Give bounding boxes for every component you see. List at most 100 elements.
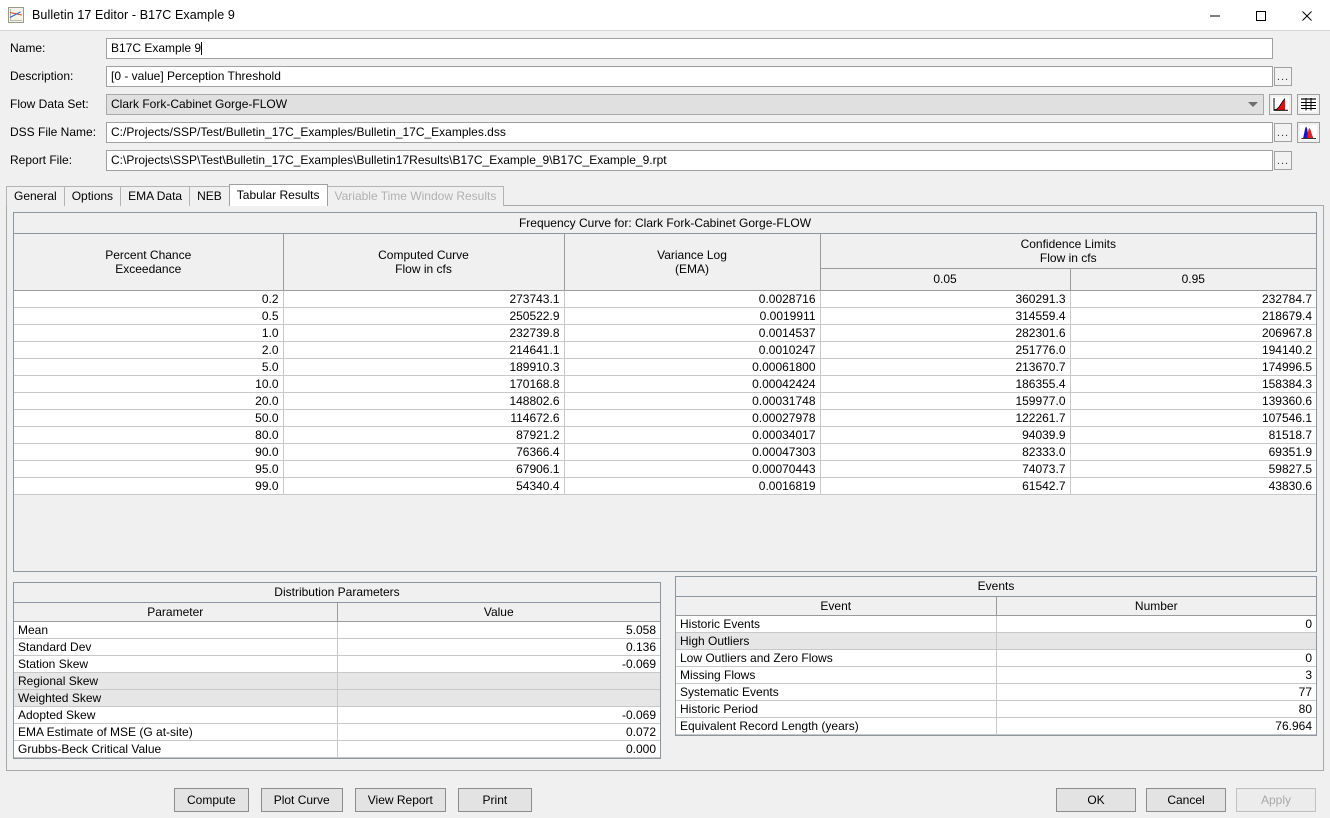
- table-row[interactable]: Low Outliers and Zero Flows 0: [676, 649, 1316, 667]
- table-row[interactable]: 0.5 250522.9 0.0019911 314559.4 218679.4: [14, 307, 1316, 325]
- print-button[interactable]: Print: [457, 788, 532, 812]
- table-row[interactable]: Adopted Skew -0.069: [14, 706, 660, 724]
- window-titlebar: Bulletin 17 Editor - B17C Example 9: [0, 0, 1330, 31]
- cell-pct: 50.0: [14, 409, 284, 427]
- cell-number: 0: [996, 649, 1316, 667]
- cell-computed: 76366.4: [283, 443, 565, 461]
- cell-variance: 0.00034017: [564, 426, 821, 444]
- minimize-icon[interactable]: [1192, 0, 1238, 31]
- table-row[interactable]: Standard Dev 0.136: [14, 638, 660, 656]
- table-row[interactable]: 10.0 170168.8 0.00042424 186355.4 158384.3: [14, 375, 1316, 393]
- dialog-button-bar: Compute Plot Curve View Report Print OK …: [0, 782, 1330, 818]
- table-row[interactable]: Grubbs-Beck Critical Value 0.000: [14, 740, 660, 758]
- view-report-button[interactable]: View Report: [354, 788, 446, 812]
- table-row[interactable]: Systematic Events 77: [676, 683, 1316, 701]
- th-event[interactable]: Event: [676, 597, 997, 616]
- tab-ema-data[interactable]: EMA Data: [120, 186, 191, 206]
- tab-tabular-results[interactable]: Tabular Results: [228, 184, 328, 206]
- flow-data-set-select[interactable]: Clark Fork-Cabinet Gorge-FLOW: [106, 93, 1264, 115]
- table-row[interactable]: Missing Flows 3: [676, 666, 1316, 684]
- th-confidence-limits[interactable]: Confidence Limits Flow in cfs: [820, 234, 1316, 269]
- th-variance-log[interactable]: Variance Log (EMA): [564, 234, 821, 291]
- table-row[interactable]: Weighted Skew: [14, 689, 660, 707]
- close-icon[interactable]: [1284, 0, 1330, 31]
- table-row[interactable]: 90.0 76366.4 0.00047303 82333.0 69351.9: [14, 443, 1316, 461]
- plot-curve-button[interactable]: Plot Curve: [260, 788, 343, 812]
- cell-cl05: 94039.9: [820, 426, 1071, 444]
- tab-general[interactable]: General: [6, 186, 65, 206]
- cell-pct: 20.0: [14, 392, 284, 410]
- cell-variance: 0.00027978: [564, 409, 821, 427]
- tab-options[interactable]: Options: [63, 186, 122, 206]
- maximize-icon[interactable]: [1238, 0, 1284, 31]
- cell-parameter: Mean: [14, 621, 338, 639]
- cell-pct: 5.0: [14, 358, 284, 376]
- histogram-icon[interactable]: [1297, 121, 1320, 143]
- tab-neb[interactable]: NEB: [189, 186, 230, 206]
- events-title: Events: [676, 577, 1316, 597]
- cell-event: Equivalent Record Length (years): [676, 717, 997, 735]
- cell-cl95: 232784.7: [1070, 290, 1316, 308]
- th-confidence-095[interactable]: 0.95: [1070, 268, 1316, 291]
- th-percent-chance-line2: Exceedance: [115, 261, 182, 276]
- table-row[interactable]: Station Skew -0.069: [14, 655, 660, 673]
- table-row[interactable]: 2.0 214641.1 0.0010247 251776.0 194140.2: [14, 341, 1316, 359]
- table-row[interactable]: 95.0 67906.1 0.00070443 74073.7 59827.5: [14, 460, 1316, 478]
- cell-parameter: Weighted Skew: [14, 689, 338, 707]
- table-row[interactable]: 20.0 148802.6 0.00031748 159977.0 139360.6: [14, 392, 1316, 410]
- tabular-results-icon[interactable]: [1297, 93, 1320, 115]
- th-parameter[interactable]: Parameter: [14, 603, 338, 622]
- cell-value: 0.136: [337, 638, 660, 656]
- cell-value: -0.069: [337, 655, 660, 673]
- cell-cl95: 59827.5: [1070, 460, 1316, 478]
- dss-file-browse-button[interactable]: ...: [1274, 122, 1292, 142]
- cell-value: 5.058: [337, 621, 660, 639]
- th-value[interactable]: Value: [337, 603, 660, 622]
- table-row[interactable]: 5.0 189910.3 0.00061800 213670.7 174996.5: [14, 358, 1316, 376]
- cell-cl95: 69351.9: [1070, 443, 1316, 461]
- description-input[interactable]: [0 - value] Perception Threshold: [106, 65, 1273, 87]
- cell-number: 3: [996, 666, 1316, 684]
- cancel-button[interactable]: Cancel: [1146, 788, 1226, 812]
- table-row[interactable]: 1.0 232739.8 0.0014537 282301.6 206967.8: [14, 324, 1316, 342]
- table-row[interactable]: Mean 5.058: [14, 621, 660, 639]
- frequency-curve-table: Percent Chance Exceedance Computed Curve…: [14, 234, 1316, 495]
- table-row[interactable]: High Outliers: [676, 632, 1316, 650]
- th-number[interactable]: Number: [996, 597, 1316, 616]
- table-row[interactable]: EMA Estimate of MSE (G at-site) 0.072: [14, 723, 660, 741]
- table-row[interactable]: Equivalent Record Length (years) 76.964: [676, 717, 1316, 735]
- table-row[interactable]: 80.0 87921.2 0.00034017 94039.9 81518.7: [14, 426, 1316, 444]
- cell-parameter: Adopted Skew: [14, 706, 338, 724]
- cell-cl05: 251776.0: [820, 341, 1071, 359]
- th-computed-curve[interactable]: Computed Curve Flow in cfs: [283, 234, 565, 291]
- tab-variable-time-window-results: Variable Time Window Results: [326, 186, 505, 206]
- table-row[interactable]: 50.0 114672.6 0.00027978 122261.7 107546.1: [14, 409, 1316, 427]
- cell-cl05: 122261.7: [820, 409, 1071, 427]
- th-percent-chance[interactable]: Percent Chance Exceedance: [14, 234, 284, 291]
- name-input[interactable]: B17C Example 9: [106, 37, 1273, 59]
- frequency-curve-group: Frequency Curve for: Clark Fork-Cabinet …: [13, 212, 1317, 572]
- distribution-parameters-table: Parameter Value Mean 5.058 Standard Dev 0.…: [14, 603, 660, 758]
- table-row[interactable]: 99.0 54340.4 0.0016819 61542.7 43830.6: [14, 477, 1316, 495]
- ok-button[interactable]: OK: [1056, 788, 1136, 812]
- cell-cl95: 81518.7: [1070, 426, 1316, 444]
- compute-button[interactable]: Compute: [174, 788, 249, 812]
- th-confidence-005[interactable]: 0.05: [820, 268, 1071, 291]
- description-browse-button[interactable]: ...: [1274, 66, 1292, 86]
- frequency-curve-icon[interactable]: [1269, 93, 1292, 115]
- table-header-row: Parameter Value: [14, 603, 660, 622]
- cell-number: 77: [996, 683, 1316, 701]
- cell-number: 80: [996, 700, 1316, 718]
- cell-parameter: EMA Estimate of MSE (G at-site): [14, 723, 338, 741]
- frequency-curve-body: 0.2 273743.1 0.0028716 360291.3 232784.7 0.5…: [14, 290, 1316, 495]
- cell-cl05: 74073.7: [820, 460, 1071, 478]
- dss-file-input[interactable]: C:/Projects/SSP/Test/Bulletin_17C_Exampl…: [106, 121, 1273, 143]
- table-row[interactable]: Regional Skew: [14, 672, 660, 690]
- cell-event: Missing Flows: [676, 666, 997, 684]
- cell-variance: 0.00070443: [564, 460, 821, 478]
- table-row[interactable]: Historic Events 0: [676, 615, 1316, 633]
- report-file-browse-button[interactable]: ...: [1274, 150, 1292, 170]
- table-row[interactable]: 0.2 273743.1 0.0028716 360291.3 232784.7: [14, 290, 1316, 308]
- table-row[interactable]: Historic Period 80: [676, 700, 1316, 718]
- report-file-input[interactable]: C:\Projects\SSP\Test\Bulletin_17C_Exampl…: [106, 149, 1273, 171]
